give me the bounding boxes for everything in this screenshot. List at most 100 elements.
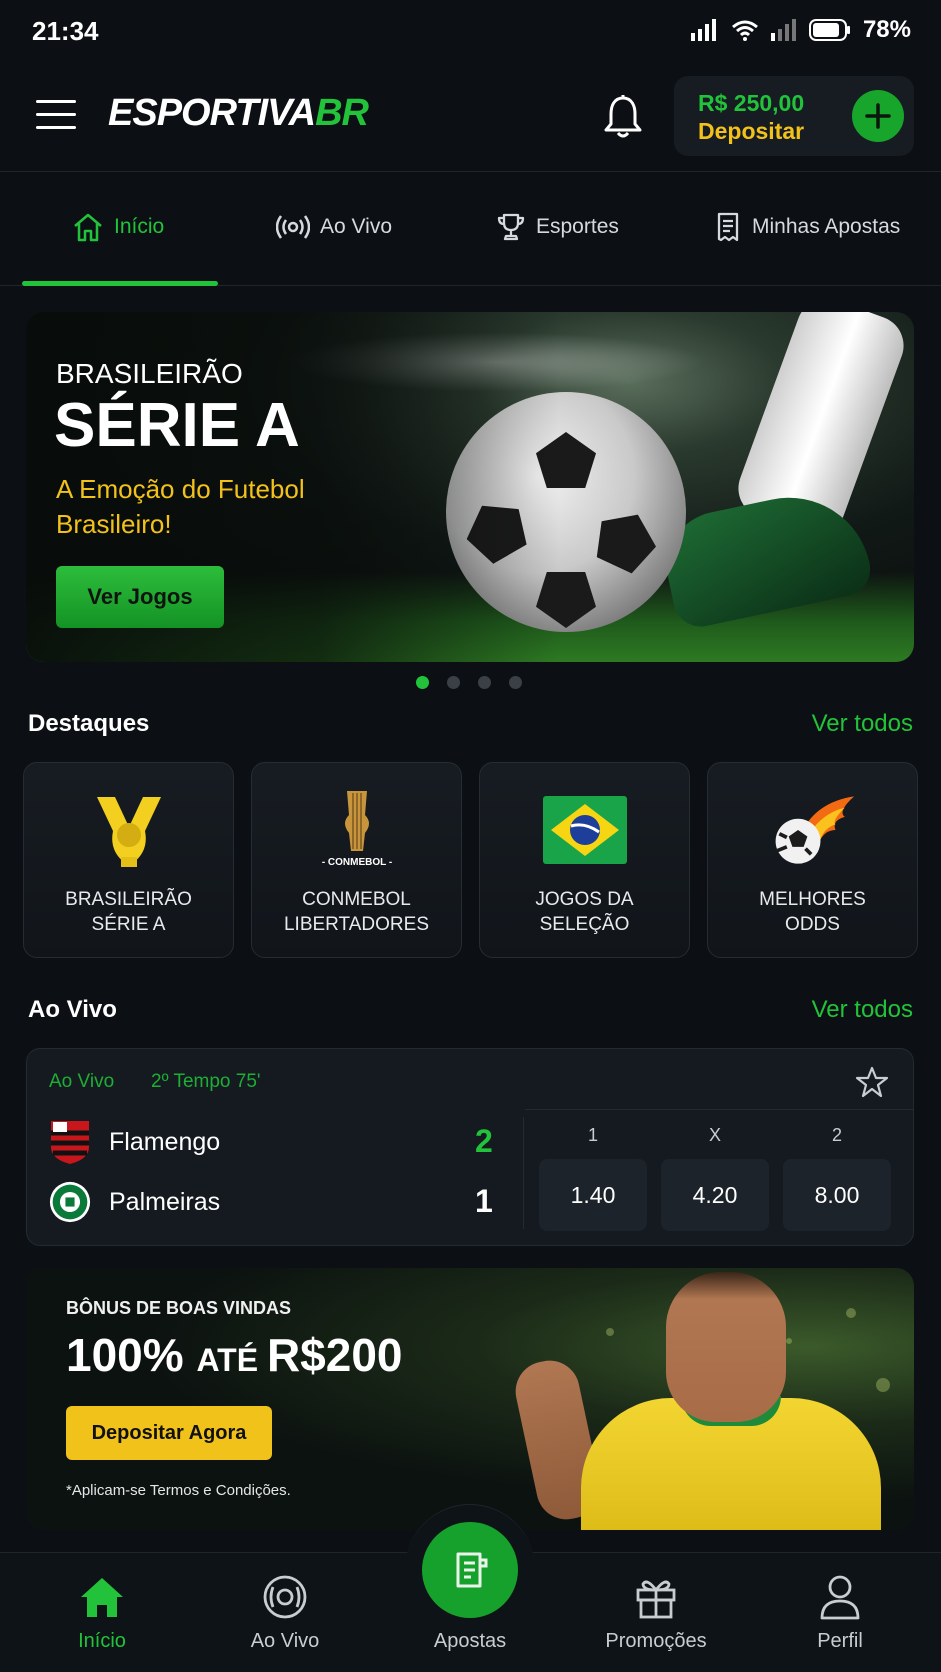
nav-label: Ao Vivo — [250, 1630, 320, 1652]
active-tab-indicator — [22, 281, 218, 286]
nav-perfil[interactable]: Perfil — [770, 1572, 910, 1653]
bonus-amount: R$200 — [266, 1329, 403, 1381]
odds-header-away: 2 — [831, 1125, 842, 1145]
ver-jogos-button[interactable]: Ver Jogos — [56, 566, 224, 628]
welcome-bonus-banner[interactable]: BÔNUS DE BOAS VINDAS 100% ATÉ R$200 Depo… — [26, 1268, 914, 1530]
gift-icon — [636, 1580, 676, 1619]
carousel-dot[interactable] — [509, 676, 522, 689]
nav-promocoes[interactable]: Promoções — [586, 1572, 726, 1653]
app-logo[interactable]: ESPORTIVABR — [108, 92, 369, 135]
user-icon — [820, 1575, 860, 1620]
live-see-all-link[interactable]: Ver todos — [812, 996, 913, 1024]
app-header: ESPORTIVABR R$ 250,00 Depositar — [0, 64, 941, 172]
carousel-dot[interactable] — [478, 676, 491, 689]
deposit-link[interactable]: Depositar — [698, 118, 804, 145]
top-tabs: Início Ao Vivo Esportes Minhas Apostas — [0, 172, 941, 286]
status-time: 21:34 — [32, 16, 99, 46]
nav-apostas[interactable]: Apostas — [400, 1572, 540, 1653]
live-ball-icon — [263, 1575, 307, 1619]
odds-button-home[interactable]: 1.40 — [539, 1159, 647, 1231]
depositar-agora-button[interactable]: Depositar Agora — [66, 1406, 272, 1460]
home-score: 2 — [475, 1123, 493, 1159]
live-status: Ao Vivo — [49, 1071, 115, 1092]
odds-header-home: 1 — [587, 1125, 598, 1145]
battery-icon — [808, 19, 850, 41]
bonus-headline: 100% ATÉ R$200 — [66, 1328, 403, 1382]
home-team: Flamengo — [49, 1119, 220, 1165]
carousel-dot[interactable] — [447, 676, 460, 689]
card-label-line2: SÉRIE A — [91, 914, 166, 935]
nav-ao-vivo[interactable]: Ao Vivo — [215, 1572, 355, 1653]
logo-main: ESPORTIVA — [108, 92, 316, 134]
hero-kicker: BRASILEIRÃO — [56, 358, 243, 389]
tab-label: Ao Vivo — [320, 215, 392, 238]
highlight-card-selecao[interactable]: JOGOS DA SELEÇÃO — [479, 762, 690, 958]
hero-banner[interactable]: BRASILEIRÃO SÉRIE A A Emoção do Futebol … — [26, 312, 914, 662]
broadcast-icon — [276, 215, 310, 239]
wifi-icon — [731, 20, 758, 41]
tab-label: Minhas Apostas — [752, 215, 901, 238]
libertadores-trophy-icon: - CONMEBOL - — [321, 791, 392, 868]
match-clock: 2º Tempo 75' — [151, 1071, 261, 1092]
battery-level: 78% — [862, 16, 911, 43]
favorite-star-icon[interactable] — [855, 1065, 889, 1099]
away-team: Palmeiras — [49, 1179, 220, 1225]
balance-amount: R$ 250,00 — [698, 90, 805, 116]
tab-label: Início — [114, 215, 165, 238]
plus-icon — [865, 103, 891, 129]
nav-inicio[interactable]: Início — [32, 1572, 172, 1653]
team-name: Palmeiras — [109, 1187, 221, 1216]
odds-button-draw[interactable]: 4.20 — [661, 1159, 769, 1231]
odds-button-away[interactable]: 8.00 — [783, 1159, 891, 1231]
bell-icon[interactable] — [602, 94, 644, 140]
home-icon — [81, 1578, 123, 1617]
card-label-line2: LIBERTADORES — [283, 914, 429, 935]
add-funds-button[interactable] — [852, 90, 904, 142]
card-label-line1: JOGOS DA — [535, 889, 634, 910]
card-label-line1: BRASILEIRÃO — [65, 889, 192, 910]
nav-label: Promoções — [605, 1630, 707, 1652]
card-label-line1: CONMEBOL — [302, 889, 411, 910]
nav-label: Perfil — [817, 1630, 863, 1652]
bonus-percent: 100% — [66, 1329, 197, 1381]
card-label-line2: ODDS — [785, 914, 840, 935]
nav-label: Apostas — [433, 1630, 507, 1652]
conmebol-wordmark: - CONMEBOL - — [321, 857, 391, 868]
brasileirao-trophy-icon — [96, 797, 161, 867]
logo-accent: BR — [315, 92, 369, 134]
card-label-line2: SELEÇÃO — [539, 914, 630, 935]
palmeiras-crest-icon — [49, 1181, 91, 1223]
signal-icon — [690, 19, 716, 41]
hero-title: SÉRIE A — [54, 391, 300, 460]
highlight-card-libertadores[interactable]: - CONMEBOL - CONMEBOL LIBERTADORES — [251, 762, 462, 958]
highlight-card-brasileirao[interactable]: BRASILEIRÃO SÉRIE A — [23, 762, 234, 958]
nav-label: Início — [78, 1630, 126, 1652]
bonus-kicker: BÔNUS DE BOAS VINDAS — [66, 1298, 292, 1318]
carousel-dots — [416, 676, 522, 689]
brazil-flag-icon — [542, 796, 627, 864]
card-label-line1: MELHORES — [759, 889, 866, 910]
highlights-see-all-link[interactable]: Ver todos — [812, 710, 913, 738]
player-head — [666, 1272, 786, 1422]
highlights-title: Destaques — [28, 710, 150, 737]
balance-widget[interactable]: R$ 250,00 Depositar — [674, 76, 914, 156]
tab-label: Esportes — [536, 215, 619, 238]
highlights-cards: BRASILEIRÃO SÉRIE A - CONMEBOL - CONMEBO… — [23, 762, 919, 958]
team-name: Flamengo — [109, 1127, 221, 1156]
live-section-title: Ao Vivo — [28, 996, 117, 1023]
status-bar: 21:34 78% — [0, 0, 941, 64]
hero-subtitle: A Emoção do Futebol Brasileiro! — [56, 474, 305, 539]
odds-header-draw: X — [708, 1125, 721, 1145]
tab-esportes[interactable]: Esportes — [496, 212, 619, 242]
menu-icon[interactable] — [36, 100, 76, 132]
tab-inicio[interactable]: Início — [72, 212, 164, 242]
live-match-card[interactable]: Ao Vivo 2º Tempo 75' Flamengo 2 Palmeira… — [26, 1048, 914, 1246]
highlight-card-melhores-odds[interactable]: MELHORES ODDS — [707, 762, 918, 958]
tab-ao-vivo[interactable]: Ao Vivo — [276, 212, 392, 242]
carousel-dot[interactable] — [416, 676, 429, 689]
bonus-terms[interactable]: *Aplicam-se Termos e Condições. — [66, 1482, 291, 1499]
home-icon — [74, 213, 102, 242]
signal-weak-icon — [770, 19, 796, 41]
tab-minhas-apostas[interactable]: Minhas Apostas — [714, 212, 900, 242]
bonus-ate: ATÉ — [196, 1342, 267, 1378]
